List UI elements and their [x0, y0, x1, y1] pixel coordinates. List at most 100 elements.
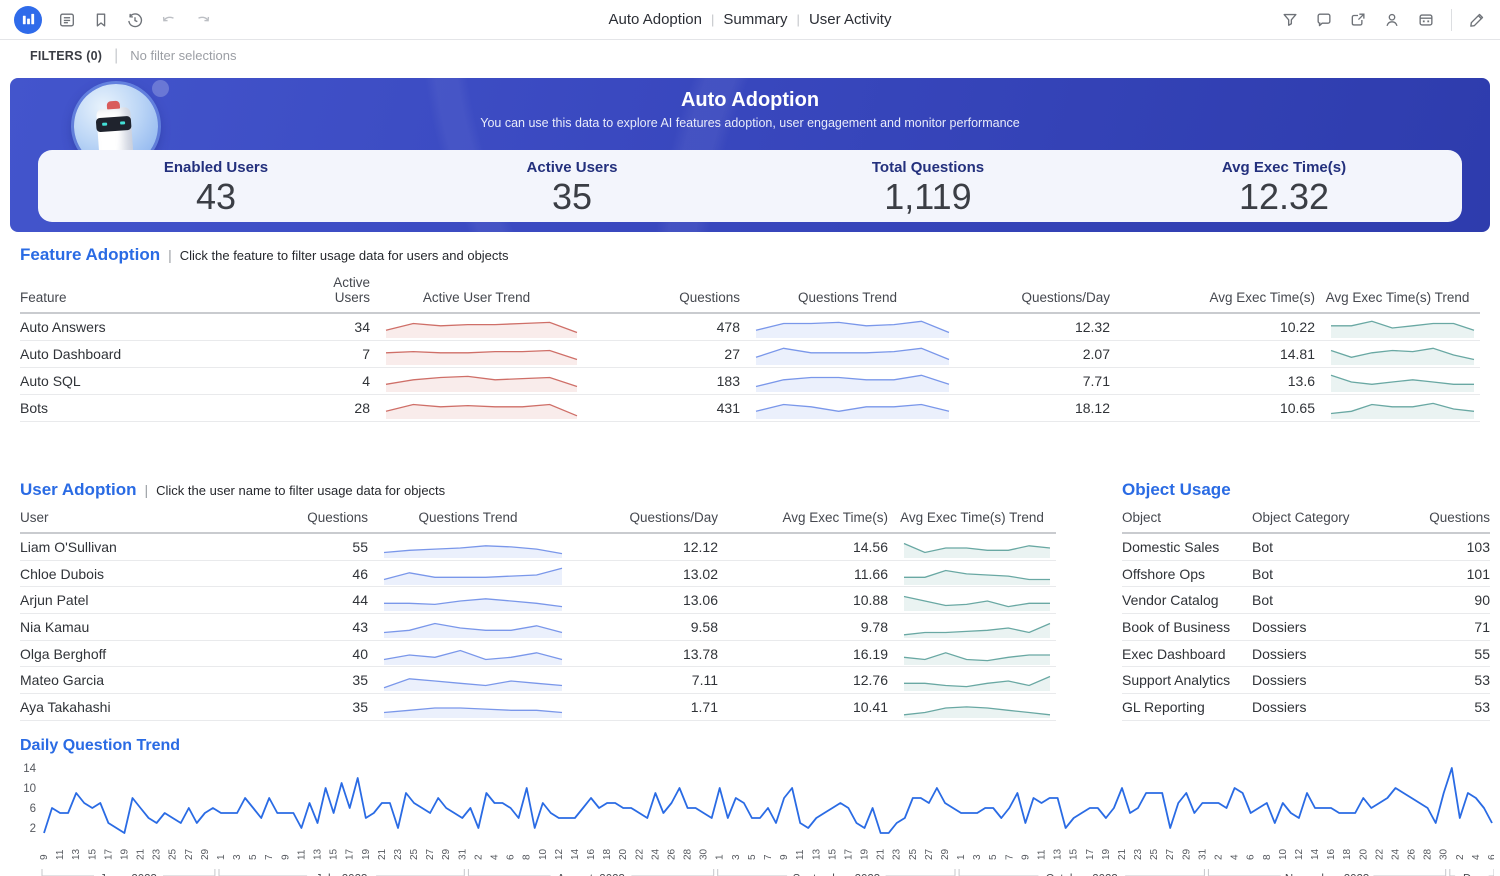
feature-name[interactable]: Auto Answers — [20, 319, 300, 335]
object-category-value: Dossiers — [1252, 646, 1362, 662]
table-row[interactable]: Book of Business Dossiers 71 — [1122, 614, 1490, 641]
user-name[interactable]: Liam O'Sullivan — [20, 539, 300, 555]
col-object-category: Object Category — [1252, 510, 1362, 525]
tab-summary[interactable]: Summary — [723, 11, 787, 28]
object-category-value: Bot — [1252, 566, 1362, 582]
filters-count-label[interactable]: FILTERS (0) — [30, 49, 102, 63]
user-name[interactable]: Nia Kamau — [20, 619, 300, 635]
active-user-trend-sparkline — [370, 369, 583, 393]
svg-text:28: 28 — [683, 848, 694, 860]
svg-text:25: 25 — [1149, 848, 1160, 860]
feature-name[interactable]: Auto SQL — [20, 373, 300, 389]
schedule-icon[interactable] — [1417, 11, 1435, 29]
questions-value: 35 — [300, 672, 368, 688]
object-name[interactable]: Domestic Sales — [1122, 539, 1252, 555]
questions-value: 46 — [300, 566, 368, 582]
history-icon[interactable] — [126, 11, 144, 29]
object-name[interactable]: Support Analytics — [1122, 672, 1252, 688]
tab-separator: | — [797, 12, 800, 27]
kpi-label: Enabled Users — [38, 159, 394, 176]
undo-icon[interactable] — [160, 11, 178, 29]
svg-text:13: 13 — [313, 848, 324, 860]
app-logo-icon[interactable] — [14, 6, 42, 34]
col-feature: Feature — [20, 290, 300, 305]
svg-text:29: 29 — [200, 848, 211, 860]
feature-table-body: Auto Answers 34 478 12.32 10.22 Auto Das… — [20, 314, 1480, 422]
col-questions-trend: Questions Trend — [740, 290, 955, 305]
avg-exec-time-value: 14.56 — [718, 539, 888, 555]
section-pipe: | — [168, 247, 172, 263]
svg-text:9: 9 — [39, 854, 50, 860]
svg-text:8: 8 — [522, 854, 533, 860]
table-row[interactable]: Nia Kamau 43 9.58 9.78 — [20, 614, 1056, 641]
avg-exec-time-trend-sparkline — [1315, 315, 1480, 339]
filter-icon[interactable] — [1281, 11, 1299, 29]
redo-icon[interactable] — [194, 11, 212, 29]
table-row[interactable]: Auto SQL 4 183 7.71 13.6 — [20, 368, 1480, 395]
svg-text:17: 17 — [103, 848, 114, 860]
edit-icon[interactable] — [1468, 11, 1486, 29]
table-row[interactable]: Olga Berghoff 40 13.78 16.19 — [20, 641, 1056, 668]
active-users-value: 28 — [300, 400, 370, 416]
svg-text:17: 17 — [1085, 848, 1096, 860]
table-row[interactable]: Vendor Catalog Bot 90 — [1122, 587, 1490, 614]
feature-name[interactable]: Bots — [20, 400, 300, 416]
daily-question-trend-chart[interactable]: 2610149111315171921232527291357911131517… — [22, 763, 1480, 876]
col-object: Object — [1122, 510, 1252, 525]
user-name[interactable]: Olga Berghoff — [20, 646, 300, 662]
table-row[interactable]: Arjun Patel 44 13.06 10.88 — [20, 587, 1056, 614]
user-name[interactable]: Arjun Patel — [20, 592, 300, 608]
svg-text:13: 13 — [71, 848, 82, 860]
table-row[interactable]: Aya Takahashi 35 1.71 10.41 — [20, 694, 1056, 721]
table-row[interactable]: GL Reporting Dossiers 53 — [1122, 694, 1490, 721]
table-row[interactable]: Domestic Sales Bot 103 — [1122, 534, 1490, 561]
user-name[interactable]: Aya Takahashi — [20, 699, 300, 715]
object-name[interactable]: Exec Dashboard — [1122, 646, 1252, 662]
bookmark-icon[interactable] — [92, 11, 110, 29]
svg-text:17: 17 — [345, 848, 356, 860]
svg-text:29: 29 — [940, 848, 951, 860]
person-icon[interactable] — [1383, 11, 1401, 29]
questions-trend-sparkline — [740, 396, 955, 420]
table-row[interactable]: Offshore Ops Bot 101 — [1122, 561, 1490, 588]
object-name[interactable]: Book of Business — [1122, 619, 1252, 635]
avg-exec-time-trend-sparkline — [888, 642, 1056, 666]
toolbar-divider — [1451, 9, 1452, 31]
table-row[interactable]: Chloe Dubois 46 13.02 11.66 — [20, 561, 1056, 588]
table-row[interactable]: Auto Answers 34 478 12.32 10.22 — [20, 314, 1480, 341]
avg-exec-time-value: 12.76 — [718, 672, 888, 688]
questions-trend-sparkline — [740, 342, 955, 366]
object-usage-section: Object Usage Object Object Category Ques… — [1122, 480, 1490, 721]
table-row[interactable]: Exec Dashboard Dossiers 55 — [1122, 641, 1490, 668]
col-questions: Questions — [300, 510, 368, 525]
object-name[interactable]: Vendor Catalog — [1122, 592, 1252, 608]
title-separator: | — [711, 12, 714, 27]
table-row[interactable]: Auto Dashboard 7 27 2.07 14.81 — [20, 341, 1480, 368]
comment-icon[interactable] — [1315, 11, 1333, 29]
feature-name[interactable]: Auto Dashboard — [20, 346, 300, 362]
table-row[interactable]: Bots 28 431 18.12 10.65 — [20, 395, 1480, 422]
svg-text:8: 8 — [1262, 854, 1273, 860]
user-name[interactable]: Mateo Garcia — [20, 672, 300, 688]
tab-user-activity[interactable]: User Activity — [809, 11, 892, 28]
questions-per-day-value: 13.06 — [568, 592, 718, 608]
liveboards-list-icon[interactable] — [58, 11, 76, 29]
svg-text:19: 19 — [361, 848, 372, 860]
table-row[interactable]: Liam O'Sullivan 55 12.12 14.56 — [20, 534, 1056, 561]
questions-per-day-value: 7.71 — [955, 373, 1110, 389]
svg-text:31: 31 — [457, 848, 468, 860]
svg-text:25: 25 — [168, 848, 179, 860]
svg-text:19: 19 — [1101, 848, 1112, 860]
questions-trend-sparkline — [368, 668, 568, 692]
object-table-body: Domestic Sales Bot 103 Offshore Ops Bot … — [1122, 534, 1490, 721]
object-name[interactable]: Offshore Ops — [1122, 566, 1252, 582]
questions-trend-sparkline — [740, 369, 955, 393]
object-name[interactable]: GL Reporting — [1122, 699, 1252, 715]
svg-text:20: 20 — [618, 848, 629, 860]
share-icon[interactable] — [1349, 11, 1367, 29]
user-name[interactable]: Chloe Dubois — [20, 566, 300, 582]
svg-text:20: 20 — [1358, 848, 1369, 860]
svg-text:5: 5 — [747, 854, 758, 860]
table-row[interactable]: Support Analytics Dossiers 53 — [1122, 667, 1490, 694]
table-row[interactable]: Mateo Garcia 35 7.11 12.76 — [20, 667, 1056, 694]
